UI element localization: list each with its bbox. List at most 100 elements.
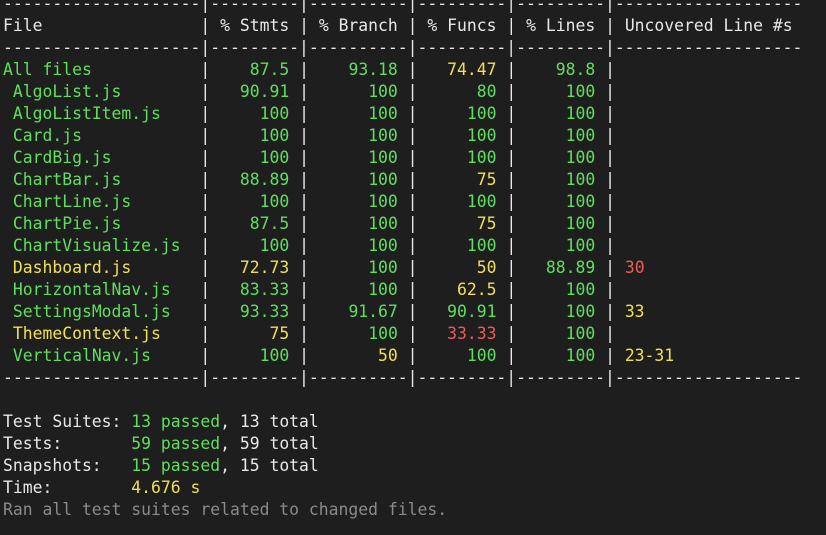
cell-branch: 100 <box>368 214 398 233</box>
column-separator: | <box>299 324 309 343</box>
summary-tests: Tests: 59 passed, 59 total <box>3 433 826 455</box>
file-name: ThemeContext.js <box>12 324 161 343</box>
column-separator: | <box>407 104 418 123</box>
cell-funcs: 50 <box>476 258 497 277</box>
column-separator: | <box>407 280 418 299</box>
summary-label: Time: <box>3 478 53 497</box>
column-separator: | <box>200 214 211 233</box>
column-separator: | <box>299 214 309 233</box>
file-name: CardBig.js <box>12 148 112 167</box>
coverage-table-body: All files | 87.5 | 93.18 | 74.47 | 98.8 … <box>3 59 826 367</box>
cell-branch: 100 <box>368 324 398 343</box>
column-separator: | <box>407 170 418 189</box>
header-cell: Uncovered Line #s <box>624 16 793 35</box>
cell-branch: 100 <box>368 148 398 167</box>
cell-funcs: 100 <box>466 346 497 365</box>
column-separator: | <box>605 258 615 277</box>
table-rule-mid: --------------------|---------|---------… <box>3 38 803 57</box>
table-row: AlgoListItem.js | 100 | 100 | 100 | 100 … <box>3 103 826 125</box>
column-separator: | <box>299 346 309 365</box>
column-separator: | <box>200 148 211 167</box>
column-separator: | <box>200 126 211 145</box>
table-rule-bottom: --------------------|---------|---------… <box>3 368 803 387</box>
summary-total: , 15 total <box>220 456 319 475</box>
summary-passed: 15 passed <box>131 456 221 475</box>
cell-stmts: 87.5 <box>249 60 290 79</box>
column-separator: | <box>299 302 309 321</box>
cell-funcs: 100 <box>466 104 497 123</box>
cell-funcs: 100 <box>466 126 497 145</box>
cell-funcs: 75 <box>476 170 497 189</box>
column-separator: | <box>299 60 309 79</box>
cell-funcs: 100 <box>466 148 497 167</box>
column-separator: | <box>299 192 309 211</box>
cell-stmts: 75 <box>269 324 290 343</box>
column-separator: | <box>200 192 211 211</box>
column-separator: | <box>299 280 309 299</box>
cell-stmts: 100 <box>259 126 290 145</box>
cell-branch: 100 <box>368 236 398 255</box>
cell-branch: 91.67 <box>348 302 398 321</box>
column-separator: | <box>506 126 517 145</box>
summary-note: Ran all test suites related to changed f… <box>3 500 448 519</box>
header-cell: % Funcs <box>427 16 497 35</box>
cell-lines: 100 <box>565 104 596 123</box>
column-separator: | <box>200 280 211 299</box>
cell-stmts: 100 <box>259 104 290 123</box>
cell-lines: 100 <box>565 82 596 101</box>
column-separator: | <box>407 214 418 233</box>
cell-funcs: 33.33 <box>447 324 497 343</box>
column-separator: | <box>299 258 309 277</box>
column-separator: | <box>407 148 418 167</box>
column-separator: | <box>506 324 517 343</box>
column-separator: | <box>506 192 517 211</box>
cell-stmts: 90.91 <box>239 82 290 101</box>
summary-time: Time: 4.676 s <box>3 477 826 499</box>
table-rule-top: --------------------|---------|---------… <box>3 0 803 13</box>
column-separator: | <box>605 236 615 255</box>
column-separator: | <box>407 346 418 365</box>
column-separator: | <box>605 302 615 321</box>
cell-branch: 100 <box>368 170 398 189</box>
column-separator: | <box>506 104 517 123</box>
column-separator: | <box>200 16 211 35</box>
cell-funcs: 80 <box>476 82 497 101</box>
column-separator: | <box>605 82 615 101</box>
terminal-output: --------------------|---------|---------… <box>0 0 826 521</box>
file-name: ChartVisualize.js <box>12 236 181 255</box>
cell-stmts: 100 <box>259 192 290 211</box>
column-separator: | <box>605 192 615 211</box>
column-separator: | <box>200 302 211 321</box>
cell-stmts: 88.89 <box>239 170 290 189</box>
column-separator: | <box>299 16 309 35</box>
table-header: File | % Stmts | % Branch | % Funcs | % … <box>3 15 826 37</box>
cell-funcs: 100 <box>466 236 497 255</box>
column-separator: | <box>506 82 517 101</box>
cell-stmts: 100 <box>259 236 290 255</box>
cell-lines: 100 <box>565 346 596 365</box>
column-separator: | <box>407 126 418 145</box>
summary-label: Snapshots: <box>3 456 102 475</box>
table-row: ChartVisualize.js | 100 | 100 | 100 | 10… <box>3 235 826 257</box>
column-separator: | <box>299 104 309 123</box>
table-row: All files | 87.5 | 93.18 | 74.47 | 98.8 … <box>3 59 826 81</box>
column-separator: | <box>407 324 418 343</box>
table-row: Card.js | 100 | 100 | 100 | 100 | <box>3 125 826 147</box>
column-separator: | <box>407 60 418 79</box>
cell-lines: 100 <box>565 148 596 167</box>
column-separator: | <box>299 236 309 255</box>
column-separator: | <box>200 82 211 101</box>
summary-time-value: 4.676 s <box>131 478 201 497</box>
column-separator: | <box>299 82 309 101</box>
column-separator: | <box>200 258 211 277</box>
cell-uncovered: 33 <box>624 302 645 321</box>
cell-stmts: 100 <box>259 346 290 365</box>
column-separator: | <box>506 148 517 167</box>
column-separator: | <box>200 324 211 343</box>
summary-passed: 13 passed <box>131 412 221 431</box>
cell-stmts: 93.33 <box>239 302 290 321</box>
column-separator: | <box>407 16 418 35</box>
cell-lines: 98.8 <box>555 60 596 79</box>
column-separator: | <box>506 16 517 35</box>
